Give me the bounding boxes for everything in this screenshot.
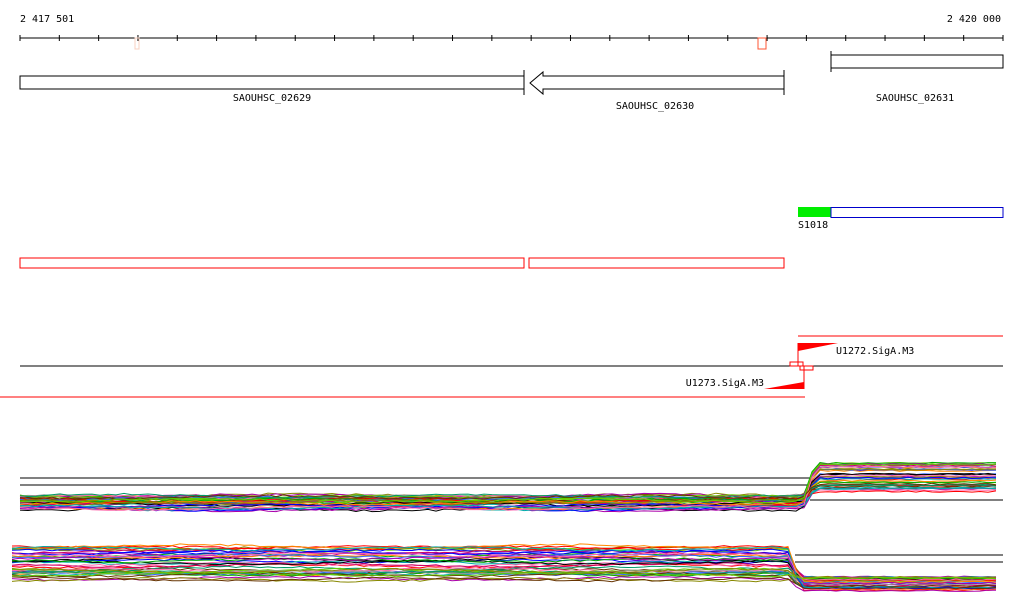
feature-box[interactable] — [19, 257, 525, 269]
promoter-U1272[interactable]: U1272.SigA.M3 — [797, 343, 914, 366]
gene-SAOUHSC_02630[interactable]: SAOUHSC_02630 — [523, 70, 785, 112]
segment-label: S1018 — [798, 220, 828, 231]
promoter-label: U1273.SigA.M3 — [686, 378, 764, 389]
ruler-marker — [757, 37, 767, 50]
feature-box[interactable] — [528, 257, 785, 269]
segment-outline — [830, 207, 1004, 218]
coordinate-ruler: 2 417 501 2 420 000 — [19, 14, 1004, 50]
expression-track-minus — [11, 543, 1003, 593]
tss-marker — [789, 361, 804, 367]
ruler-start-label: 2 417 501 — [20, 14, 74, 25]
expression-track-plus — [19, 461, 1003, 513]
segment-fill — [798, 207, 831, 217]
genome-browser-canvas: 2 417 501 2 420 000 SAOUHSC_02629 SAOUHS… — [0, 14, 1004, 593]
gene-SAOUHSC_02629[interactable]: SAOUHSC_02629 — [19, 75, 525, 104]
gene-SAOUHSC_02631[interactable]: SAOUHSC_02631 — [830, 51, 1004, 104]
promoter-U1273[interactable]: U1273.SigA.M3 — [686, 366, 805, 389]
gene-label: SAOUHSC_02630 — [616, 101, 694, 112]
tss-marker — [799, 365, 814, 371]
segment-S1018[interactable]: S1018 — [798, 207, 1004, 231]
gene-label: SAOUHSC_02629 — [233, 93, 311, 104]
gene-label: SAOUHSC_02631 — [876, 93, 954, 104]
ruler-end-label: 2 420 000 — [947, 14, 1001, 25]
promoter-label: U1272.SigA.M3 — [836, 346, 914, 357]
